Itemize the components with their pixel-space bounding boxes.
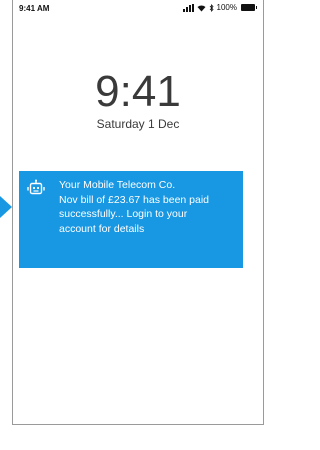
status-bar: 9:41 AM 100% <box>13 0 263 18</box>
callout-pointer <box>0 196 12 218</box>
bluetooth-icon <box>209 3 214 12</box>
signal-icon <box>182 3 194 12</box>
notification-line: Your Mobile Telecom Co. <box>59 179 176 191</box>
status-time: 9:41 AM <box>19 4 50 13</box>
notification-line: successfully... Login to your <box>59 208 188 220</box>
notification-text: Your Mobile Telecom Co. Nov bill of £23.… <box>59 178 209 268</box>
battery-percent: 100% <box>216 3 237 12</box>
status-icons: 100% <box>182 3 257 12</box>
battery-icon <box>241 4 257 11</box>
notification-line: account for details <box>59 222 145 235</box>
lock-screen-time: 9:41 <box>95 67 181 116</box>
notification-card[interactable]: Your Mobile Telecom Co. Nov bill of £23.… <box>19 171 243 268</box>
wifi-icon <box>197 4 206 11</box>
lock-screen-date: Saturday 1 Dec <box>96 117 180 131</box>
notification-line: Nov bill of £23.67 has been paid <box>59 193 210 206</box>
robot-icon <box>27 179 45 195</box>
